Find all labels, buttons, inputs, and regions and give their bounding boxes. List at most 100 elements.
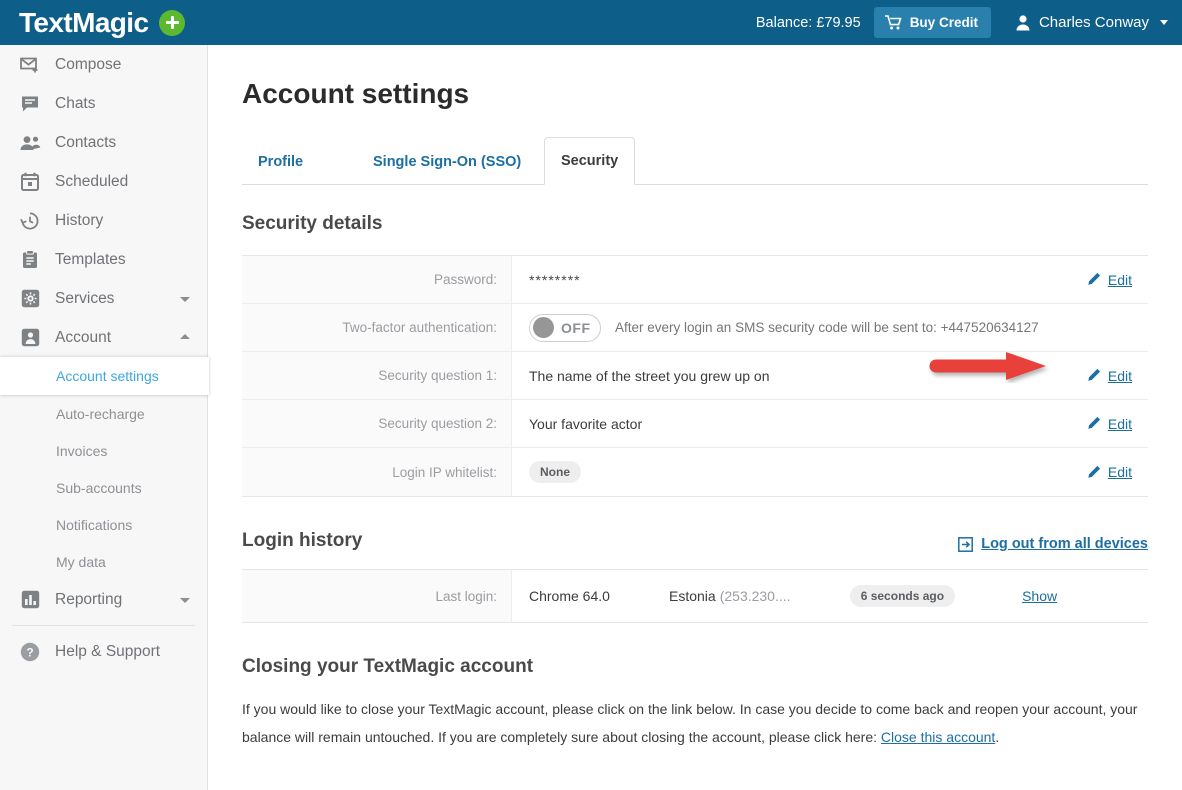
table-row-security-question-1: Security question 1: The name of the str… xyxy=(242,352,1148,400)
sidebar-item-label: Account xyxy=(55,328,112,346)
person-icon xyxy=(1016,15,1030,31)
log-out-all-devices-label: Log out from all devices xyxy=(981,536,1148,552)
user-menu[interactable]: Charles Conway xyxy=(1015,14,1168,31)
security-details-table: Password: ******** Edit Two-factor authe… xyxy=(242,255,1148,497)
row-label: Security question 1: xyxy=(242,352,512,399)
two-factor-toggle[interactable]: OFF xyxy=(529,313,601,342)
tab-profile[interactable]: Profile xyxy=(242,139,319,185)
login-history-table: Last login: Chrome 64.0 Estonia (253.230… xyxy=(242,569,1148,623)
bar-chart-icon xyxy=(19,589,41,611)
sidebar-item-contacts[interactable]: Contacts xyxy=(0,123,207,162)
pencil-icon xyxy=(1088,368,1100,381)
sidebar-item-sub-accounts[interactable]: Sub-accounts xyxy=(0,469,207,506)
sidebar-item-account[interactable]: Account xyxy=(0,318,207,357)
sidebar-item-label: Compose xyxy=(55,55,122,73)
sidebar-item-label: Services xyxy=(55,289,115,307)
logo-text: TextMagic xyxy=(19,6,149,38)
table-row-password: Password: ******** Edit xyxy=(242,256,1148,304)
sidebar-item-auto-recharge[interactable]: Auto-recharge xyxy=(0,395,207,432)
tab-bar: Profile Single Sign-On (SSO) Security xyxy=(242,137,1148,185)
table-row-last-login: Last login: Chrome 64.0 Estonia (253.230… xyxy=(242,570,1148,622)
row-label: Last login: xyxy=(242,570,512,622)
sidebar-item-services[interactable]: Services xyxy=(0,279,207,318)
compose-mail-icon xyxy=(19,54,41,76)
edit-label: Edit xyxy=(1107,367,1132,384)
clock-history-icon xyxy=(19,210,41,232)
pencil-icon xyxy=(1088,465,1100,478)
buy-credit-button[interactable]: Buy Credit xyxy=(873,7,991,38)
row-label: Two-factor authentication: xyxy=(242,304,512,351)
contacts-people-icon xyxy=(19,132,41,154)
sidebar-item-compose[interactable]: Compose xyxy=(0,45,207,84)
user-name: Charles Conway xyxy=(1038,14,1149,31)
sub-item-label: Notifications xyxy=(56,516,133,533)
login-history-heading: Login history xyxy=(242,530,363,551)
sub-item-label: Account settings xyxy=(56,368,159,384)
closing-account-heading: Closing your TextMagic account xyxy=(242,656,534,677)
page-title: Account settings xyxy=(242,78,470,109)
security-question-1-value: The name of the street you grew up on xyxy=(529,367,770,384)
row-label: Security question 2: xyxy=(242,400,512,447)
sidebar-item-label: Help & Support xyxy=(55,642,161,660)
two-factor-note: After every login an SMS security code w… xyxy=(615,320,1039,335)
row-label: Login IP whitelist: xyxy=(242,448,512,496)
tab-single-sign-on[interactable]: Single Sign-On (SSO) xyxy=(357,139,537,185)
edit-label: Edit xyxy=(1107,271,1132,288)
close-this-account-link[interactable]: Close this account xyxy=(881,729,995,745)
clipboard-icon xyxy=(19,249,41,271)
brand-logo[interactable]: TextMagic xyxy=(0,6,186,38)
chevron-up-icon xyxy=(180,333,190,339)
shopping-cart-icon xyxy=(884,15,902,30)
sidebar-item-scheduled[interactable]: Scheduled xyxy=(0,162,207,201)
gear-icon xyxy=(19,288,41,310)
row-value-cell: OFF After every login an SMS security co… xyxy=(512,304,1148,351)
edit-ip-whitelist-link[interactable]: Edit xyxy=(1086,464,1132,480)
chevron-down-icon xyxy=(1160,20,1168,25)
last-login-location: Estonia xyxy=(669,588,716,604)
tab-security[interactable]: Security xyxy=(544,137,636,185)
sub-item-label: Auto-recharge xyxy=(56,405,145,422)
last-login-time-ago: 6 seconds ago xyxy=(849,585,956,607)
login-history-header: Login history Log out from all devices xyxy=(242,530,1148,552)
sidebar-divider xyxy=(12,625,195,626)
edit-label: Edit xyxy=(1107,464,1132,480)
last-login-browser: Chrome 64.0 xyxy=(529,588,610,604)
sidebar-item-templates[interactable]: Templates xyxy=(0,240,207,279)
edit-password-link[interactable]: Edit xyxy=(1086,272,1132,288)
closing-account-paragraph: If you would like to close your TextMagi… xyxy=(242,695,1142,751)
sidebar-item-invoices[interactable]: Invoices xyxy=(0,432,207,469)
sidebar-item-chats[interactable]: Chats xyxy=(0,84,207,123)
sidebar-item-reporting[interactable]: Reporting xyxy=(0,580,207,619)
last-login-ip: (253.230.... xyxy=(719,588,791,604)
row-value-cell: Chrome 64.0 Estonia (253.230.... 6 secon… xyxy=(512,570,1148,622)
password-value: ******** xyxy=(529,271,581,288)
chat-bubble-icon xyxy=(19,93,41,115)
edit-security-question-1-link[interactable]: Edit xyxy=(1086,368,1132,384)
sidebar: Compose Chats Contacts Scheduled History… xyxy=(0,45,209,790)
table-row-two-factor: Two-factor authentication: OFF After eve… xyxy=(242,304,1148,352)
plus-icon[interactable] xyxy=(159,9,186,36)
sidebar-item-label: History xyxy=(55,211,104,229)
sidebar-item-history[interactable]: History xyxy=(0,201,207,240)
balance-label: Balance: £79.95 xyxy=(755,14,861,31)
chevron-down-icon xyxy=(180,296,190,302)
table-row-login-ip-whitelist: Login IP whitelist: None Edit xyxy=(242,448,1148,496)
sidebar-item-my-data[interactable]: My data xyxy=(0,543,207,580)
sidebar-item-notifications[interactable]: Notifications xyxy=(0,506,207,543)
closing-text-after: . xyxy=(995,729,1000,745)
log-out-all-devices-link[interactable]: Log out from all devices xyxy=(958,536,1148,552)
sidebar-item-label: Templates xyxy=(55,250,126,268)
row-value-cell: The name of the street you grew up on Ed… xyxy=(512,352,1148,399)
sidebar-item-account-settings[interactable]: Account settings xyxy=(0,357,209,395)
account-card-icon xyxy=(19,327,41,349)
edit-security-question-2-link[interactable]: Edit xyxy=(1086,416,1132,432)
main-content: Account settings Profile Single Sign-On … xyxy=(208,45,1182,790)
show-login-details-link[interactable]: Show xyxy=(1022,588,1057,604)
top-bar: TextMagic Balance: £79.95 Buy Credit Cha… xyxy=(0,0,1182,45)
security-details-heading: Security details xyxy=(242,213,383,234)
sidebar-item-help-support[interactable]: ? Help & Support xyxy=(0,632,207,671)
calendar-icon xyxy=(19,171,41,193)
toggle-knob xyxy=(533,317,554,338)
sidebar-item-label: Contacts xyxy=(55,133,117,151)
toggle-state-label: OFF xyxy=(561,319,591,336)
